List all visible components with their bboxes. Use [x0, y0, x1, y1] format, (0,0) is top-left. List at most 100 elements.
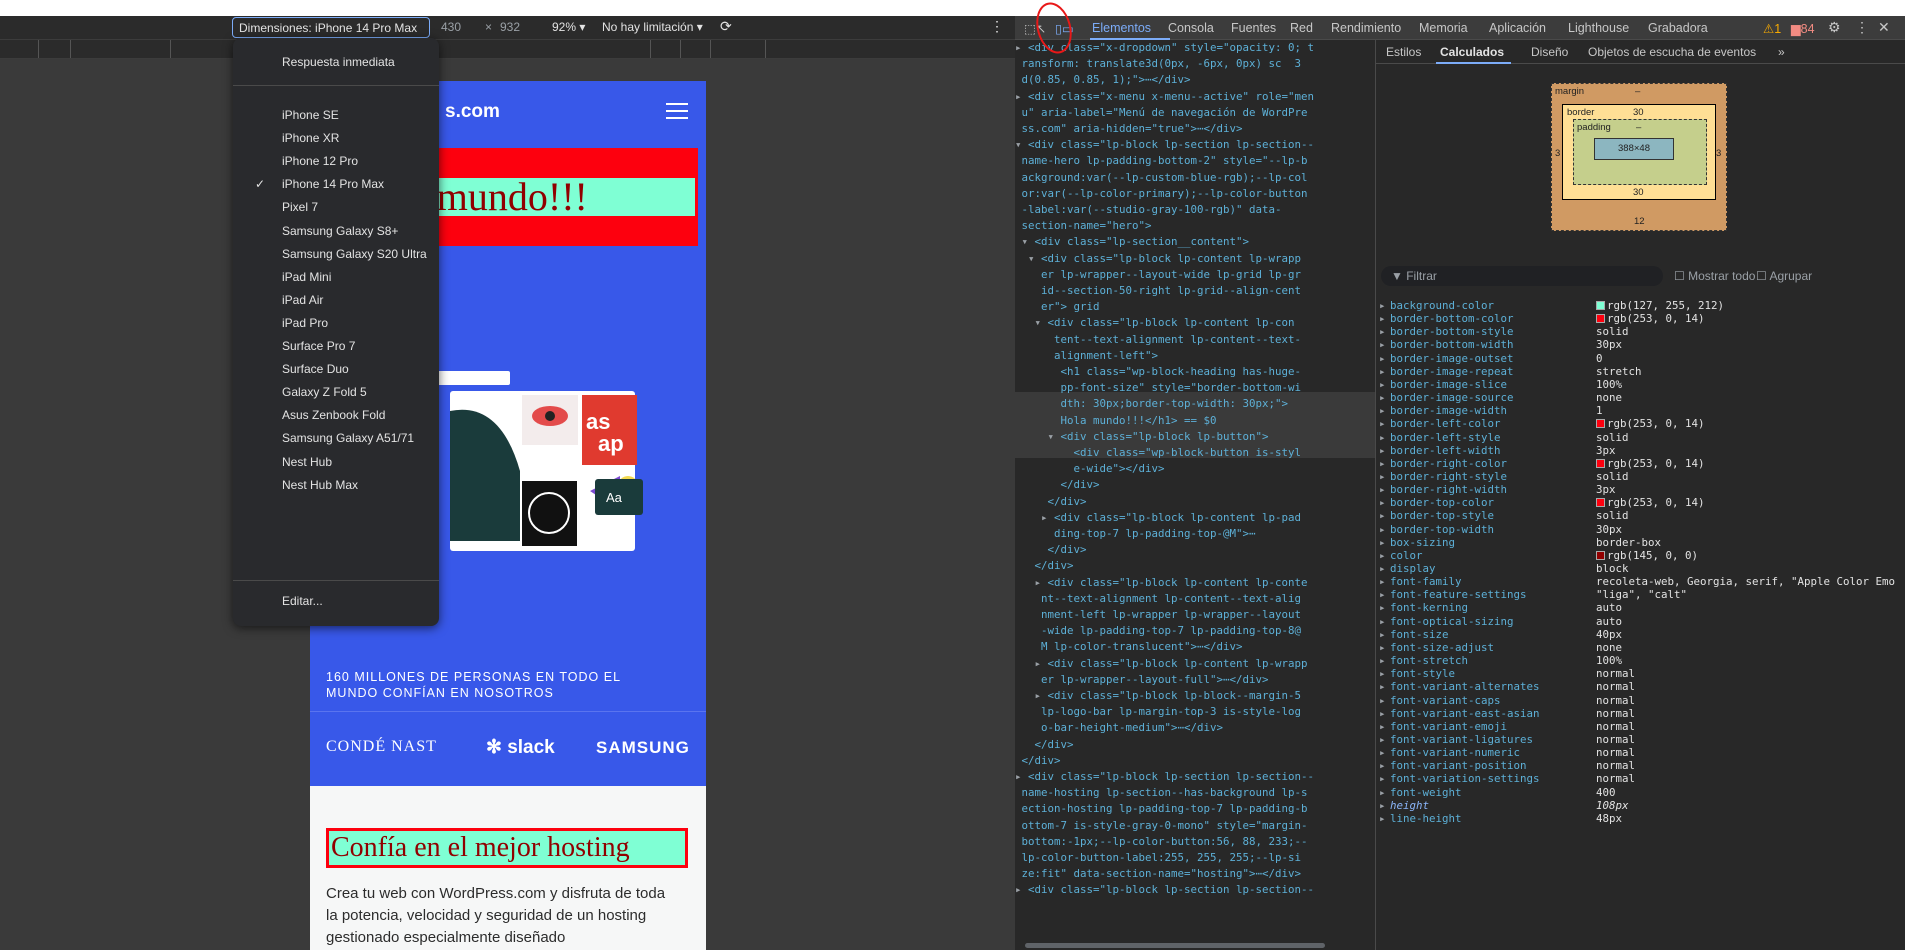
dom-line[interactable]: u" aria-label="Menú de navegación de Wor… — [1015, 105, 1308, 121]
menu-item-device[interactable]: iPad Pro — [282, 316, 328, 330]
color-swatch[interactable] — [1596, 550, 1605, 560]
tab-estilos[interactable]: Estilos — [1386, 45, 1421, 59]
dom-line[interactable]: ackground:var(--lp-custom-blue-rgb);--lp… — [1015, 170, 1308, 186]
dom-line[interactable]: lp-logo-bar lp-margin-top-3 is-style-log — [1015, 704, 1301, 720]
expand-toggle-icon[interactable]: ▸ — [1015, 657, 1042, 670]
expand-toggle-icon[interactable]: ▸ — [1015, 689, 1042, 702]
menu-item-device[interactable]: Nest Hub — [282, 455, 332, 469]
tab-calculados[interactable]: Calculados — [1440, 45, 1504, 59]
dom-line[interactable]: or:var(--lp-color-primary);--lp-color-bu… — [1015, 186, 1308, 202]
width-input[interactable]: 430 — [441, 20, 461, 34]
close-icon[interactable]: ✕ — [1878, 19, 1890, 36]
dom-line[interactable]: tent--text-alignment lp-content--text- — [1015, 332, 1301, 348]
dom-line[interactable]: lp-color-button-label:255, 255, 255;--lp… — [1015, 850, 1302, 866]
dom-line[interactable]: </div> — [1015, 477, 1100, 493]
scroll-thumb[interactable] — [1025, 943, 1325, 948]
dom-line[interactable]: dth: 30px;border-top-width: 30px;"> — [1015, 396, 1289, 412]
dom-line[interactable]: </div> — [1015, 558, 1074, 574]
dom-line[interactable]: nment-left lp-wrapper lp-wrapper--layout — [1015, 607, 1301, 623]
tab-red[interactable]: Red — [1290, 21, 1313, 35]
tab-elementos[interactable]: Elementos — [1092, 21, 1151, 35]
site-logo[interactable]: s.com — [445, 101, 500, 123]
menu-item-device[interactable]: Samsung Galaxy S20 Ultra — [282, 247, 427, 261]
dom-line[interactable]: </div> — [1015, 753, 1061, 769]
tab-consola[interactable]: Consola — [1168, 21, 1214, 35]
rotate-icon[interactable]: ⟳ — [720, 18, 732, 35]
tab-fuentes[interactable]: Fuentes — [1231, 21, 1276, 35]
tab-rendimiento[interactable]: Rendimiento — [1331, 21, 1401, 35]
more-tabs-icon[interactable]: » — [1778, 45, 1785, 59]
group-checkbox[interactable]: ☐ Agrupar — [1756, 269, 1812, 283]
dom-line[interactable]: <h1 class="wp-block-heading has-huge- — [1015, 364, 1302, 380]
expand-toggle-icon[interactable]: ▸ — [1015, 770, 1022, 783]
dom-line[interactable]: ▾ <div class="lp-block lp-content lp-con — [1015, 315, 1295, 331]
menu-item-device[interactable]: iPhone 14 Pro Max — [282, 177, 384, 191]
menu-item-device[interactable]: Galaxy Z Fold 5 — [282, 385, 367, 399]
dom-line[interactable]: er lp-wrapper--layout-full">⋯</div> — [1015, 672, 1269, 688]
tab-listeners[interactable]: Objetos de escucha de eventos — [1588, 45, 1756, 59]
dom-line[interactable]: name-hero lp-padding-bottom-2" style="--… — [1015, 153, 1308, 169]
dom-line[interactable]: ▾ <div class="lp-block lp-button"> — [1015, 429, 1269, 445]
expand-toggle-icon[interactable]: ▸ — [1015, 576, 1042, 589]
dom-line[interactable]: e-wide"></div> — [1015, 461, 1165, 477]
menu-item-device[interactable]: Samsung Galaxy A51/71 — [282, 431, 414, 445]
tab-memoria[interactable]: Memoria — [1419, 21, 1468, 35]
hamburger-menu-icon[interactable] — [666, 103, 688, 119]
computed-property-row[interactable]: ▸ line-height 48px — [1376, 811, 1905, 827]
dom-line[interactable]: er"> grid — [1015, 299, 1100, 315]
menu-item-device[interactable]: Surface Pro 7 — [282, 339, 355, 353]
dom-line[interactable]: ▸ <div class="lp-block lp-content lp-pad — [1015, 510, 1301, 526]
expand-toggle-icon[interactable]: ▾ — [1015, 430, 1055, 443]
tab-diseno[interactable]: Diseño — [1531, 45, 1568, 59]
dom-line[interactable]: ottom-7 is-style-gray-0-mono" style="mar… — [1015, 818, 1308, 834]
dom-line[interactable]: nt--text-alignment lp-content--text-alig — [1015, 591, 1301, 607]
menu-item-device[interactable]: Nest Hub Max — [282, 478, 358, 492]
dom-line[interactable]: section-name="hero"> — [1015, 218, 1152, 234]
zoom-dropdown[interactable]: 92% ▾ — [552, 20, 585, 34]
dom-line[interactable]: bottom:-1px;--lp-color-button:56, 88, 23… — [1015, 834, 1308, 850]
expand-toggle-icon[interactable]: ▾ — [1015, 252, 1035, 265]
color-swatch[interactable] — [1596, 458, 1605, 468]
filter-input[interactable]: ▼ Filtrar — [1381, 266, 1663, 286]
menu-item-device[interactable]: iPad Air — [282, 293, 323, 307]
expand-toggle-icon[interactable]: ▾ — [1015, 138, 1022, 151]
dom-line[interactable]: ▾ <div class="lp-block lp-section lp-sec… — [1015, 137, 1314, 153]
expand-toggle-icon[interactable]: ▾ — [1015, 316, 1042, 329]
dimensions-dropdown[interactable]: Dimensiones: iPhone 14 Pro Max ▾ — [232, 17, 430, 49]
dom-line[interactable]: ▸ <div class="x-menu x-menu--active" rol… — [1015, 89, 1314, 105]
dom-line[interactable]: ss.com" aria-hidden="true">⋯</div> — [1015, 121, 1243, 137]
menu-item-device[interactable]: Pixel 7 — [282, 200, 318, 214]
menu-item-device[interactable]: Surface Duo — [282, 362, 349, 376]
tab-grabadora[interactable]: Grabadora — [1648, 21, 1708, 35]
dom-line[interactable]: <div class="wp-block-button is-styl — [1015, 445, 1302, 461]
dom-line[interactable]: ▾ <div class="lp-section__content"> — [1015, 234, 1250, 250]
dom-line[interactable]: ▸ <div class="lp-block lp-content lp-con… — [1015, 575, 1308, 591]
settings-gear-icon[interactable]: ⚙ — [1828, 19, 1841, 36]
dom-line[interactable]: ding-top-7 lp-padding-top-@M">⋯ — [1015, 526, 1256, 542]
dom-line[interactable]: </div> — [1015, 737, 1074, 753]
show-all-checkbox[interactable]: ☐ Mostrar todo — [1674, 269, 1755, 283]
tab-aplicacion[interactable]: Aplicación — [1489, 21, 1546, 35]
dom-line[interactable]: er lp-wrapper--layout-wide lp-grid lp-gr — [1015, 267, 1301, 283]
menu-item-device[interactable]: Asus Zenbook Fold — [282, 408, 385, 422]
dom-line[interactable]: ▸ <div class="lp-block lp-section lp-sec… — [1015, 769, 1314, 785]
dom-line[interactable]: id--section-50-right lp-grid--align-cent — [1015, 283, 1301, 299]
color-swatch[interactable] — [1596, 314, 1605, 324]
dom-line[interactable]: ze:fit" data-section-name="hosting">⋯</d… — [1015, 866, 1302, 882]
dom-line[interactable]: o-bar-height-medium">⋯</div> — [1015, 720, 1223, 736]
menu-item-device[interactable]: iPad Mini — [282, 270, 331, 284]
expand-toggle-icon[interactable]: ▸ — [1015, 511, 1048, 524]
tab-lighthouse[interactable]: Lighthouse — [1568, 21, 1629, 35]
menu-item-device[interactable]: iPhone 12 Pro — [282, 154, 358, 168]
expand-toggle-icon[interactable]: ▸ — [1015, 883, 1022, 896]
message-icon[interactable]: ▆84 — [1791, 21, 1815, 36]
dom-line[interactable]: ransform: translate3d(0px, -6px, 0px) sc… — [1015, 56, 1302, 72]
dom-line[interactable]: </div> — [1015, 542, 1087, 558]
color-swatch[interactable] — [1596, 419, 1605, 429]
menu-item-device[interactable]: iPhone SE — [282, 108, 339, 122]
menu-item-edit[interactable]: Editar... — [282, 594, 323, 608]
dom-line[interactable]: M lp-color-translucent">⋯</div> — [1015, 639, 1243, 655]
throttle-dropdown[interactable]: No hay limitación ▾ — [602, 20, 703, 34]
dom-line[interactable]: -wide lp-padding-top-7 lp-padding-top-8@ — [1015, 623, 1301, 639]
dom-line[interactable]: ▸ <div class="lp-block lp-content lp-wra… — [1015, 656, 1308, 672]
